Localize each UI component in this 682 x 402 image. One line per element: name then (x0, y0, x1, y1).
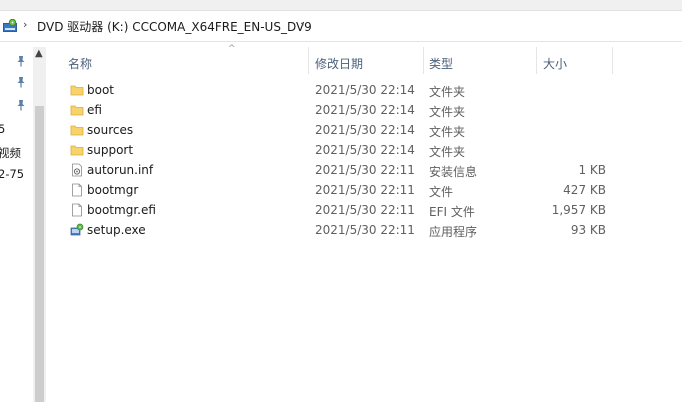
file-modified-date: 2021/5/30 22:14 (315, 123, 415, 137)
file-row[interactable]: efi 2021/5/30 22:14 文件夹 (48, 100, 682, 120)
settings-file-icon (72, 163, 82, 177)
column-header-type[interactable]: 类型 (429, 55, 453, 72)
file-name[interactable]: autorun.inf (87, 163, 153, 177)
file-icon (72, 183, 82, 197)
column-divider[interactable] (536, 47, 537, 74)
column-header-size[interactable]: 大小 (543, 55, 567, 72)
file-row[interactable]: boot 2021/5/30 22:14 文件夹 (48, 80, 682, 100)
pin-icon[interactable] (16, 99, 26, 111)
dvd-drive-icon (3, 19, 17, 32)
file-type: 文件夹 (429, 105, 466, 119)
file-row[interactable]: bootmgr.efi 2021/5/30 22:11 EFI 文件 1,957… (48, 200, 682, 220)
file-name[interactable]: setup.exe (87, 223, 146, 237)
column-divider[interactable] (308, 47, 309, 74)
file-type: 文件夹 (429, 145, 466, 159)
nav-item-truncated[interactable]: 5 (0, 122, 5, 136)
folder-icon (70, 125, 84, 136)
file-name[interactable]: boot (87, 83, 114, 97)
file-modified-date: 2021/5/30 22:11 (315, 223, 415, 237)
scroll-up-arrow-icon[interactable]: ▲ (35, 48, 43, 60)
column-header-name[interactable]: 名称 (68, 55, 92, 72)
setup-app-icon (70, 223, 84, 236)
column-divider[interactable] (423, 47, 424, 74)
navigation-scrollbar-thumb[interactable] (35, 106, 44, 402)
breadcrumb-path[interactable]: DVD 驱动器 (K:) CCCOMA_X64FRE_EN-US_DV9 (37, 18, 312, 35)
pin-icon[interactable] (16, 55, 26, 67)
file-type: EFI 文件 (429, 205, 475, 219)
file-row[interactable]: sources 2021/5/30 22:14 文件夹 (48, 120, 682, 140)
file-type: 文件夹 (429, 85, 466, 99)
file-row[interactable]: bootmgr 2021/5/30 22:11 文件 427 KB (48, 180, 682, 200)
column-header-row: ^ 名称 修改日期 类型 大小 (48, 44, 682, 75)
file-modified-date: 2021/5/30 22:11 (315, 203, 415, 217)
file-size: 93 KB (570, 223, 606, 237)
file-name[interactable]: efi (87, 103, 102, 117)
file-icon (72, 203, 82, 217)
file-modified-date: 2021/5/30 22:14 (315, 83, 415, 97)
file-name[interactable]: bootmgr (87, 183, 138, 197)
file-size: 427 KB (563, 183, 606, 197)
column-divider[interactable] (612, 47, 613, 74)
pin-icon[interactable] (16, 76, 26, 88)
file-row[interactable]: autorun.inf 2021/5/30 22:11 安装信息 1 KB (48, 160, 682, 180)
file-row[interactable]: setup.exe 2021/5/30 22:11 应用程序 93 KB (48, 220, 682, 240)
file-modified-date: 2021/5/30 22:11 (315, 183, 415, 197)
folder-icon (70, 145, 84, 156)
file-size: 1,957 KB (551, 203, 606, 217)
file-size: 1 KB (578, 163, 606, 177)
nav-item-truncated[interactable]: 2-75 (0, 167, 24, 181)
window-top-strip (0, 0, 682, 11)
file-type: 安装信息 (429, 165, 478, 179)
address-bar[interactable]: › DVD 驱动器 (K:) CCCOMA_X64FRE_EN-US_DV9 › (0, 11, 682, 42)
file-modified-date: 2021/5/30 22:11 (315, 163, 415, 177)
sort-indicator-icon: ^ (228, 44, 236, 54)
file-modified-date: 2021/5/30 22:14 (315, 143, 415, 157)
breadcrumb-separator[interactable]: › (23, 18, 27, 31)
breadcrumb-expand-chevron[interactable]: › (300, 18, 304, 31)
folder-icon (70, 85, 84, 96)
nav-item-truncated[interactable]: 视频 (0, 145, 21, 161)
column-header-date[interactable]: 修改日期 (315, 55, 363, 72)
file-name[interactable]: sources (87, 123, 133, 137)
file-type: 文件夹 (429, 125, 466, 139)
file-modified-date: 2021/5/30 22:14 (315, 103, 415, 117)
file-type: 文件 (429, 185, 454, 199)
file-name[interactable]: bootmgr.efi (87, 203, 156, 217)
file-type: 应用程序 (429, 225, 478, 239)
file-name[interactable]: support (87, 143, 133, 157)
file-row[interactable]: support 2021/5/30 22:14 文件夹 (48, 140, 682, 160)
folder-icon (70, 105, 84, 116)
